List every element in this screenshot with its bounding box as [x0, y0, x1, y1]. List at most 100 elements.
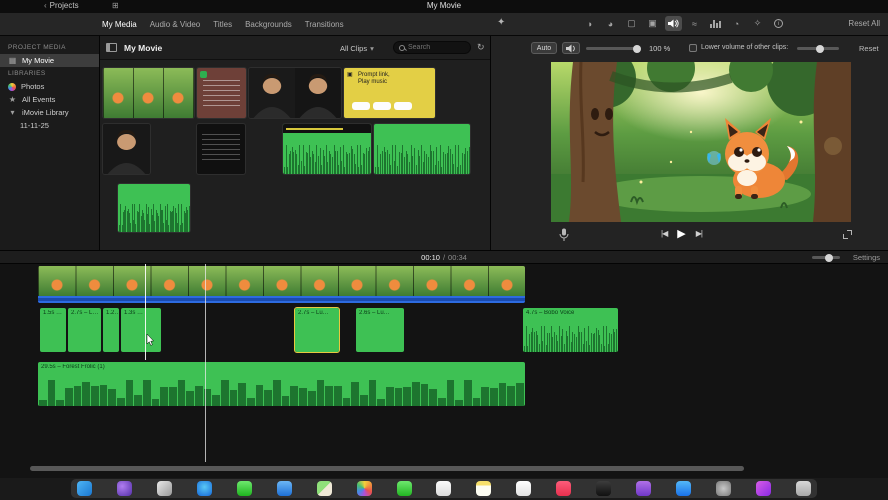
info-icon[interactable]: i: [770, 16, 787, 31]
dock-icon-app-store[interactable]: [676, 481, 692, 496]
timeline-audio-clip-4[interactable]: 1.3s …: [121, 308, 161, 352]
dock-icon-siri[interactable]: [116, 481, 132, 496]
dock-icon-launchpad[interactable]: [156, 481, 172, 496]
dock-icon-trash[interactable]: [795, 481, 811, 496]
dock-icon-messages[interactable]: [236, 481, 252, 496]
color-balance-icon[interactable]: ◑: [581, 16, 598, 31]
timeline-audio-clip-6[interactable]: 2.6s – Lu…: [356, 308, 404, 352]
volume-icon[interactable]: [665, 16, 682, 31]
dock-icon-maps[interactable]: [316, 481, 332, 496]
sidebar-item-label: All Events: [22, 95, 56, 104]
color-correction-icon[interactable]: ◕: [602, 16, 619, 31]
sidebar: PROJECT MEDIA ▦ My Movie LIBRARIES Photo…: [0, 36, 100, 250]
tab-titles[interactable]: Titles: [213, 20, 232, 29]
dock-icon-notes[interactable]: [476, 481, 492, 496]
dock-icon-podcasts[interactable]: [636, 481, 652, 496]
clip-label: 2.7s – L…: [71, 310, 99, 316]
dock-icon-reminders[interactable]: [516, 481, 532, 496]
dock-icon-finder[interactable]: [77, 481, 92, 496]
clip-thumbnail-fox-filmstrip[interactable]: [102, 67, 195, 119]
dock-icon-mail[interactable]: [276, 481, 292, 496]
sidebar-item-imovie-library[interactable]: ▾ iMovie Library: [0, 106, 99, 119]
timeline-zoom-knob[interactable]: [824, 253, 833, 262]
dock-icon-imovie[interactable]: [755, 481, 771, 496]
chevron-down-icon: ▾: [370, 44, 374, 53]
volume-slider-knob[interactable]: [632, 44, 641, 53]
skip-forward-button[interactable]: ▶|: [696, 229, 703, 238]
reset-all-button[interactable]: Reset All: [848, 19, 880, 28]
lower-volume-slider[interactable]: [797, 44, 839, 53]
timeline[interactable]: 1.5s … 2.7s – L… 1.2… 1.3s … 2.7s – Lu… …: [0, 264, 888, 478]
timecode-total: 00:34: [448, 252, 467, 262]
sidebar-item-my-movie[interactable]: ▦ My Movie: [0, 54, 99, 67]
refresh-icon[interactable]: ↻: [477, 42, 485, 53]
effects-icon[interactable]: ✧: [749, 16, 766, 31]
skip-back-button[interactable]: |◀: [661, 229, 668, 238]
dock-icon-tv[interactable]: [596, 481, 612, 496]
timeline-audio-clip-5-selected[interactable]: 2.7s – Lu…: [294, 307, 340, 353]
timeline-music-clip[interactable]: 29.5s – Forest Frolic (1): [38, 362, 525, 406]
dock-icon-photos[interactable]: [356, 481, 372, 496]
clip-thumbnail-audio-2[interactable]: [117, 183, 191, 233]
search-input[interactable]: [408, 44, 465, 51]
equalizer-icon[interactable]: [707, 16, 724, 31]
dock-icon-facetime[interactable]: [396, 481, 412, 496]
lower-volume-checkbox[interactable]: [689, 44, 697, 52]
dock-icon-settings[interactable]: [716, 481, 731, 496]
clip-thumbnail-audio[interactable]: [373, 123, 471, 175]
clip-thumbnail-webcam-wide[interactable]: [248, 67, 342, 119]
waveform: [118, 202, 190, 232]
clip-badge-icon: [200, 71, 207, 78]
adjustment-toolbar: ◑ ◕ ▢ ▣ ≈ ◔ ✧ i: [581, 16, 787, 31]
sidebar-item-event-date[interactable]: 11-11-25: [0, 119, 99, 132]
timeline-zoom-slider[interactable]: [812, 253, 840, 262]
play-button[interactable]: ▶: [677, 227, 685, 240]
reset-button[interactable]: Reset: [859, 44, 879, 53]
sidebar-item-all-events[interactable]: ★ All Events: [0, 93, 99, 106]
dock-icon-calendar[interactable]: [436, 481, 452, 496]
microphone-icon: [559, 228, 569, 241]
preview-viewer[interactable]: [551, 62, 851, 222]
prompt-card-text: Prompt link, Play music: [358, 72, 390, 86]
sidebar-item-photos[interactable]: Photos: [0, 80, 99, 93]
clip-thumbnail-audio-titled[interactable]: [282, 123, 372, 175]
enhance-wand-icon[interactable]: ✦: [497, 17, 505, 28]
timeline-video-audio-bar[interactable]: [38, 296, 525, 303]
volume-slider[interactable]: [586, 44, 641, 53]
crop-icon[interactable]: ▢: [623, 16, 640, 31]
playhead-line[interactable]: [205, 264, 206, 462]
timeline-audio-clip-voice[interactable]: 4.7s – Bobo Voice: [523, 308, 618, 352]
stabilization-icon[interactable]: ▣: [644, 16, 661, 31]
sidebar-toggle-icon[interactable]: [106, 43, 117, 52]
timeline-settings-button[interactable]: Settings: [853, 253, 880, 262]
timeline-audio-clip-2[interactable]: 2.7s – L…: [68, 308, 101, 352]
clip-label: 1.5s …: [43, 310, 63, 316]
prompt-line-2: Play music: [358, 79, 388, 85]
screen-text-lines: [202, 134, 240, 160]
fullscreen-icon[interactable]: [843, 230, 852, 239]
clip-thumbnail-webcam[interactable]: [102, 123, 151, 175]
libraries-header: LIBRARIES: [8, 70, 46, 77]
timeline-audio-clip-3[interactable]: 1.2…: [103, 308, 119, 352]
tab-transitions[interactable]: Transitions: [305, 20, 344, 29]
timeline-video-clip[interactable]: [38, 266, 525, 296]
voiceover-mic-button[interactable]: [559, 228, 569, 244]
tab-backgrounds[interactable]: Backgrounds: [245, 20, 292, 29]
tab-audio-video[interactable]: Audio & Video: [150, 20, 201, 29]
speed-icon[interactable]: ◔: [728, 16, 745, 31]
dock-icon-music[interactable]: [556, 481, 572, 496]
dock-icon-safari[interactable]: [196, 481, 212, 496]
waveform: [283, 143, 371, 174]
auto-button[interactable]: Auto: [531, 42, 557, 54]
noise-reduction-icon[interactable]: ≈: [686, 16, 703, 31]
lower-volume-slider-knob[interactable]: [816, 44, 825, 53]
waveform: [68, 325, 101, 352]
mute-button[interactable]: [562, 42, 580, 54]
clips-filter-dropdown[interactable]: All Clips ▾: [340, 44, 374, 53]
clip-thumbnail-prompt-card[interactable]: ▣ Prompt link, Play music: [343, 67, 436, 119]
timeline-audio-clip-1[interactable]: 1.5s …: [40, 308, 66, 352]
clip-thumbnail-script-notes[interactable]: [196, 67, 247, 119]
clip-thumbnail-screen-recording[interactable]: [196, 123, 246, 175]
horizontal-scrollbar[interactable]: [30, 466, 744, 471]
tab-my-media[interactable]: My Media: [102, 20, 137, 29]
